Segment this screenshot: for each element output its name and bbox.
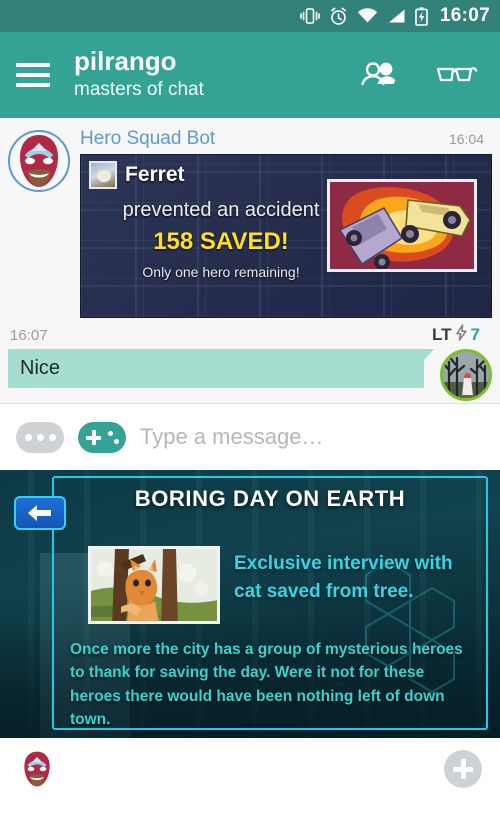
signal-icon [387, 8, 406, 24]
back-arrow-icon[interactable] [14, 496, 66, 530]
chat-area: Hero Squad Bot 16:04 Ferret prevented an… [0, 118, 500, 404]
status-time: 16:07 [439, 5, 490, 26]
news-headline: BORING DAY ON EARTH [134, 486, 406, 511]
card-saved-count: 158 SAVED! [153, 228, 289, 255]
outgoing-message-header: 16:07 LT 7 [8, 324, 492, 346]
search-input[interactable]: Type a message… [140, 424, 484, 450]
app-bar: pilrango masters of chat [0, 32, 500, 118]
outgoing-message: 16:07 LT 7 Nice [0, 318, 500, 401]
car-crash-explosion-image [327, 179, 477, 272]
card-hero-row: Ferret [89, 161, 185, 189]
game-pad-icon[interactable] [78, 421, 126, 453]
incoming-message: Hero Squad Bot 16:04 Ferret prevented an… [0, 118, 500, 318]
news-body-text: Once more the city has a group of myster… [70, 641, 463, 728]
more-options-icon[interactable] [16, 421, 64, 453]
outgoing-message-row: Nice [8, 349, 492, 401]
cat-in-tree-image [88, 546, 220, 624]
ferret-thumbnail [89, 161, 117, 189]
lt-label: LT [432, 325, 452, 344]
card-action-text: prevented an accident [122, 199, 320, 221]
message-input-bar: Type a message… [0, 404, 500, 470]
alarm-icon [329, 7, 348, 26]
status-badge: LT 7 [432, 324, 480, 346]
page-title: pilrango [74, 45, 177, 76]
lightning-bolt-icon [455, 324, 468, 346]
hamburger-menu-icon[interactable] [16, 63, 50, 87]
news-subtitle: Exclusive interview with cat saved from … [234, 553, 453, 602]
card-hero-name: Ferret [125, 163, 185, 186]
app-bar-titles: pilrango masters of chat [74, 47, 360, 103]
message-header: Hero Squad Bot 16:04 [80, 128, 492, 150]
outgoing-bubble[interactable]: Nice [8, 349, 434, 388]
lt-count: 7 [470, 325, 480, 344]
message-sender: Hero Squad Bot [80, 128, 216, 149]
glasses-icon[interactable] [434, 62, 478, 88]
outgoing-timestamp: 16:07 [10, 326, 48, 344]
status-bar: 16:07 [0, 0, 500, 32]
news-card[interactable]: BORING DAY ON EARTH Exclusive interview … [0, 470, 500, 738]
hero-squad-card[interactable]: Ferret prevented an accident 158 SAVED! … [80, 154, 492, 318]
hero-mask-small-avatar[interactable] [18, 748, 56, 790]
plus-icon[interactable] [444, 750, 482, 788]
hero-mask-avatar[interactable] [8, 130, 70, 192]
vibrate-icon [300, 7, 320, 25]
incoming-message-body: Hero Squad Bot 16:04 Ferret prevented an… [80, 128, 492, 318]
card-status-text: Only one hero remaining! [142, 264, 300, 280]
tree-photo-avatar[interactable] [440, 349, 492, 401]
app-bar-actions [360, 61, 478, 89]
message-timestamp: 16:04 [448, 131, 484, 147]
bottom-bar [0, 738, 500, 800]
wifi-icon [357, 8, 378, 24]
card-text-block: prevented an accident 158 SAVED! Only on… [97, 199, 345, 280]
contacts-icon[interactable] [360, 61, 400, 89]
page-subtitle: masters of chat [74, 79, 204, 101]
battery-charging-icon [415, 6, 428, 26]
